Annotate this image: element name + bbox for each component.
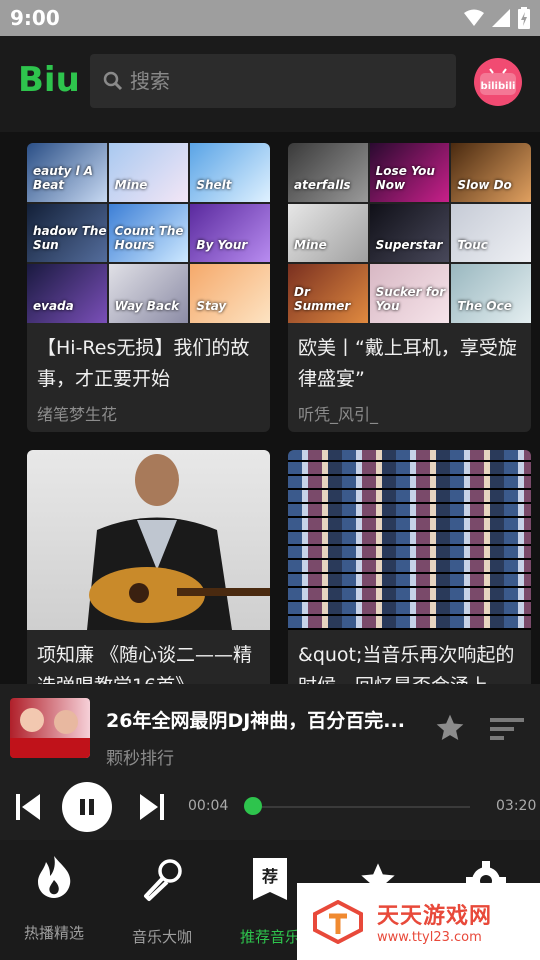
playlist-queue-icon[interactable] <box>490 716 524 742</box>
status-time: 9:00 <box>10 6 60 30</box>
playlist-card[interactable]: aterfalls Lose You Now Slow Do Mine Supe… <box>288 143 531 432</box>
tile-label: evada <box>33 299 74 313</box>
tile-label: Way Back <box>114 299 180 313</box>
playlist-card[interactable]: 项知廉 《随心谈二——精选弹唱教学16首》 <box>27 450 270 684</box>
tile-label: Slow Do <box>457 177 512 192</box>
flame-icon <box>38 856 71 898</box>
mini-player: 26年全网最阴DJ神曲，百分百完... 颗秒排行 00:04 03:20 <box>0 684 540 840</box>
now-playing-cover[interactable] <box>10 698 90 758</box>
now-playing-title[interactable]: 26年全网最阴DJ神曲，百分百完... <box>106 706 426 733</box>
watermark-banner: 天天游戏网 www.ttyl23.com <box>297 883 540 960</box>
current-time: 00:04 <box>188 798 229 814</box>
tile-label: eauty l A Beat <box>33 163 94 192</box>
progress-track[interactable] <box>252 806 470 808</box>
pause-icon <box>80 799 94 815</box>
tile-label: aterfalls <box>294 177 351 192</box>
svg-text:bilibili: bilibili <box>481 81 516 92</box>
bilibili-logo-icon: bilibili <box>480 68 516 95</box>
tile-label: Mine <box>114 177 148 192</box>
status-bar: 9:00 <box>0 0 540 36</box>
playlist-author: 听凭_风引_ <box>298 405 379 424</box>
microphone-icon <box>144 859 182 901</box>
playlist-cover <box>288 450 531 630</box>
cover-art <box>10 708 90 758</box>
playlist-title: &quot;当音乐再次响起的时候，回忆是否会涌上 <box>298 644 515 684</box>
user-avatar[interactable]: bilibili <box>474 58 522 106</box>
playlist-cover: eauty l A Beat Mine Shelt hadow The Sun … <box>27 143 270 323</box>
app-logo: Biu <box>18 60 80 100</box>
app-bar: Biu bilibili <box>0 36 540 132</box>
total-time: 03:20 <box>496 798 537 814</box>
now-playing-artist: 颗秒排行 <box>106 749 174 769</box>
tile-label: By Your <box>196 238 248 253</box>
tile-label: Lose You Now <box>375 163 435 192</box>
playlist-title: 欧美丨“戴上耳机，享受旋律盛宴” <box>298 337 517 390</box>
playlist-grid: eauty l A Beat Mine Shelt hadow The Sun … <box>0 132 540 684</box>
nav-label: 热播精选 <box>23 924 84 942</box>
playlist-card[interactable]: eauty l A Beat Mine Shelt hadow The Sun … <box>27 143 270 432</box>
playlist-cover: aterfalls Lose You Now Slow Do Mine Supe… <box>288 143 531 323</box>
favorite-star-icon[interactable] <box>434 712 466 744</box>
playlist-title: 项知廉 《随心谈二——精选弹唱教学16首》 <box>37 644 253 684</box>
search-input[interactable] <box>130 64 430 98</box>
battery-icon <box>518 7 530 29</box>
tile-label: The Oce <box>457 299 512 313</box>
guitarist-photo <box>87 454 270 630</box>
tile-label: Superstar <box>375 238 443 253</box>
watermark-url: www.ttyl23.com <box>377 930 482 945</box>
tile-label: Dr Summer <box>294 285 351 313</box>
status-icons <box>464 7 530 29</box>
tile-label: Count The Hours <box>114 224 184 253</box>
watermark-logo-icon <box>313 899 363 944</box>
playlist-card[interactable]: &quot;当音乐再次响起的时候，回忆是否会涌上 <box>288 450 531 684</box>
wifi-icon <box>464 9 484 26</box>
search-icon <box>103 71 123 91</box>
nav-label: 音乐大咖 <box>131 928 192 946</box>
tile-label: hadow The Sun <box>33 224 107 253</box>
playlist-author: 绪笔梦生花 <box>37 405 118 424</box>
signal-icon <box>492 9 510 27</box>
tile-label: Sucker for You <box>375 285 446 313</box>
nav-hot-picks[interactable]: 热播精选 <box>0 840 108 960</box>
playlist-cover <box>27 450 270 630</box>
tile-label: Touc <box>457 238 488 253</box>
svg-text:荐: 荐 <box>261 867 278 886</box>
progress-knob[interactable] <box>244 797 262 815</box>
tile-label: Stay <box>196 299 227 313</box>
pause-button[interactable] <box>62 782 112 832</box>
next-icon[interactable] <box>140 794 164 820</box>
playlist-title: 【Hi-Res无损】我们的故事，才正要开始 <box>37 337 250 390</box>
nav-music-stars[interactable]: 音乐大咖 <box>108 840 216 960</box>
previous-icon[interactable] <box>16 794 40 820</box>
tile-label: Shelt <box>196 177 232 192</box>
recommend-icon: 荐 <box>253 858 287 900</box>
watermark-name: 天天游戏网 <box>377 904 493 929</box>
search-bar[interactable] <box>90 54 456 108</box>
tile-label: Mine <box>294 238 327 253</box>
